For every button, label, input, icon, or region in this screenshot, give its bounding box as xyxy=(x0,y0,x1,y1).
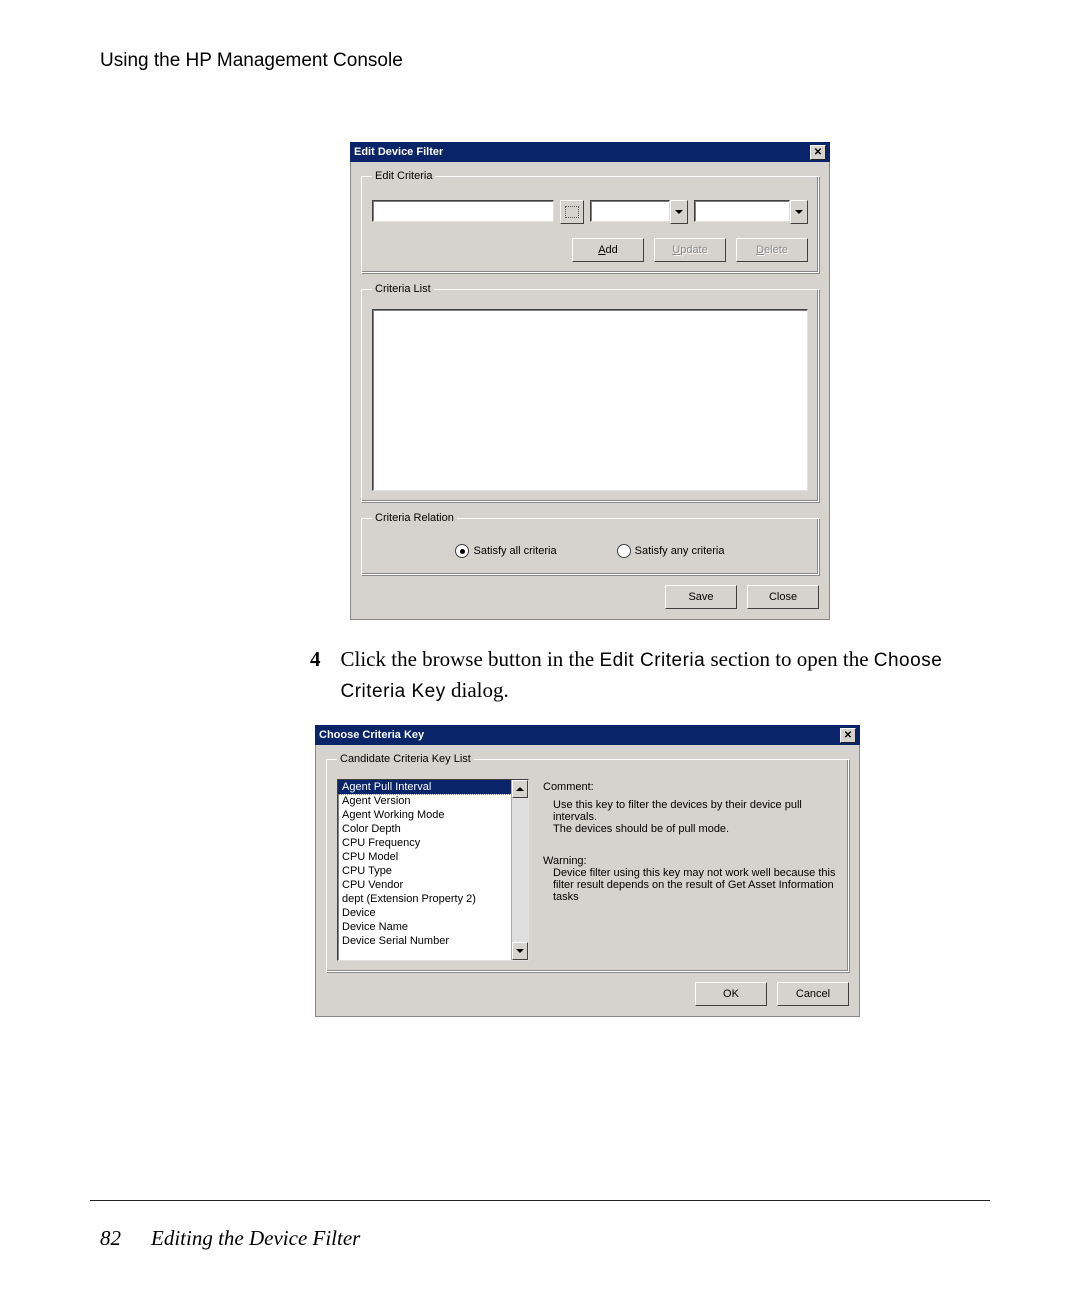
close-button[interactable]: Close xyxy=(747,585,819,609)
criteria-key-listbox[interactable]: Agent Pull IntervalAgent VersionAgent Wo… xyxy=(337,779,529,961)
save-button[interactable]: Save xyxy=(665,585,737,609)
candidate-list-group: Candidate Criteria Key List Agent Pull I… xyxy=(326,753,849,972)
list-item[interactable]: CPU Frequency xyxy=(338,836,511,850)
section-title: Editing the Device Filter xyxy=(151,1226,360,1251)
operator-dropdown[interactable] xyxy=(590,200,670,222)
choose-criteria-key-dialog: Choose Criteria Key ✕ Candidate Criteria… xyxy=(315,725,860,1017)
dialog-titlebar: Edit Device Filter ✕ xyxy=(350,142,830,162)
warning-label: Warning: xyxy=(543,855,838,867)
list-item[interactable]: CPU Vendor xyxy=(338,878,511,892)
criteria-relation-legend: Criteria Relation xyxy=(372,512,457,524)
list-item[interactable]: Device Name xyxy=(338,920,511,934)
step-number: 4 xyxy=(310,644,321,705)
radio-icon xyxy=(617,544,631,558)
radio-any-criteria[interactable]: Satisfy any criteria xyxy=(617,544,725,558)
dialog-titlebar: Choose Criteria Key ✕ xyxy=(315,725,860,745)
list-item[interactable]: CPU Type xyxy=(338,864,511,878)
chevron-down-icon[interactable] xyxy=(790,200,808,224)
page-footer: 82 Editing the Device Filter xyxy=(100,1226,360,1251)
dialog-title: Edit Device Filter xyxy=(354,146,443,158)
footer-rule xyxy=(90,1200,990,1201)
radio-all-criteria[interactable]: Satisfy all criteria xyxy=(455,544,556,558)
browse-icon xyxy=(565,206,579,218)
comment-label: Comment: xyxy=(543,781,838,793)
criteria-list[interactable] xyxy=(372,309,808,491)
edit-criteria-group: Edit Criteria Add xyxy=(361,170,819,273)
page-header: Using the HP Management Console xyxy=(100,50,990,72)
radio-icon xyxy=(455,544,469,558)
ok-button[interactable]: OK xyxy=(695,982,767,1006)
cancel-button[interactable]: Cancel xyxy=(777,982,849,1006)
list-item[interactable]: Color Depth xyxy=(338,822,511,836)
list-item[interactable]: Agent Version xyxy=(338,794,511,808)
update-button: Update xyxy=(654,238,726,262)
edit-criteria-legend: Edit Criteria xyxy=(372,170,435,182)
list-item[interactable]: dept (Extension Property 2) xyxy=(338,892,511,906)
comment-text-1: Use this key to filter the devices by th… xyxy=(553,799,838,823)
radio-all-label: Satisfy all criteria xyxy=(473,545,556,557)
scrollbar[interactable] xyxy=(511,780,528,960)
warning-text: Device filter using this key may not wor… xyxy=(553,867,838,903)
criteria-relation-group: Criteria Relation Satisfy all criteria S… xyxy=(361,512,819,575)
criteria-list-legend: Criteria List xyxy=(372,283,434,295)
list-item[interactable]: Agent Working Mode xyxy=(338,808,511,822)
page-number: 82 xyxy=(100,1226,121,1251)
dialog-title: Choose Criteria Key xyxy=(319,729,424,741)
criteria-list-group: Criteria List xyxy=(361,283,819,502)
list-item[interactable]: Device xyxy=(338,906,511,920)
comment-panel: Comment: Use this key to filter the devi… xyxy=(543,779,838,961)
chevron-down-icon[interactable] xyxy=(670,200,688,224)
browse-button[interactable] xyxy=(560,200,584,224)
close-icon[interactable]: ✕ xyxy=(810,145,826,160)
list-item[interactable]: Device Serial Number xyxy=(338,934,511,948)
radio-any-label: Satisfy any criteria xyxy=(635,545,725,557)
candidate-list-legend: Candidate Criteria Key List xyxy=(337,753,474,765)
comment-text-2: The devices should be of pull mode. xyxy=(553,823,838,835)
list-item[interactable]: CPU Model xyxy=(338,850,511,864)
value-dropdown[interactable] xyxy=(694,200,790,222)
instruction-step-4: 4 Click the browse button in the Edit Cr… xyxy=(310,644,990,705)
scroll-up-icon[interactable] xyxy=(512,780,528,798)
scroll-down-icon[interactable] xyxy=(512,942,528,960)
step-text: Click the browse button in the Edit Crit… xyxy=(341,644,991,705)
edit-device-filter-dialog: Edit Device Filter ✕ Edit Criteria xyxy=(350,142,830,620)
close-icon[interactable]: ✕ xyxy=(840,728,856,743)
delete-button: Delete xyxy=(736,238,808,262)
criteria-key-input[interactable] xyxy=(372,200,554,222)
list-item[interactable]: Agent Pull Interval xyxy=(338,780,511,794)
add-button[interactable]: Add xyxy=(572,238,644,262)
